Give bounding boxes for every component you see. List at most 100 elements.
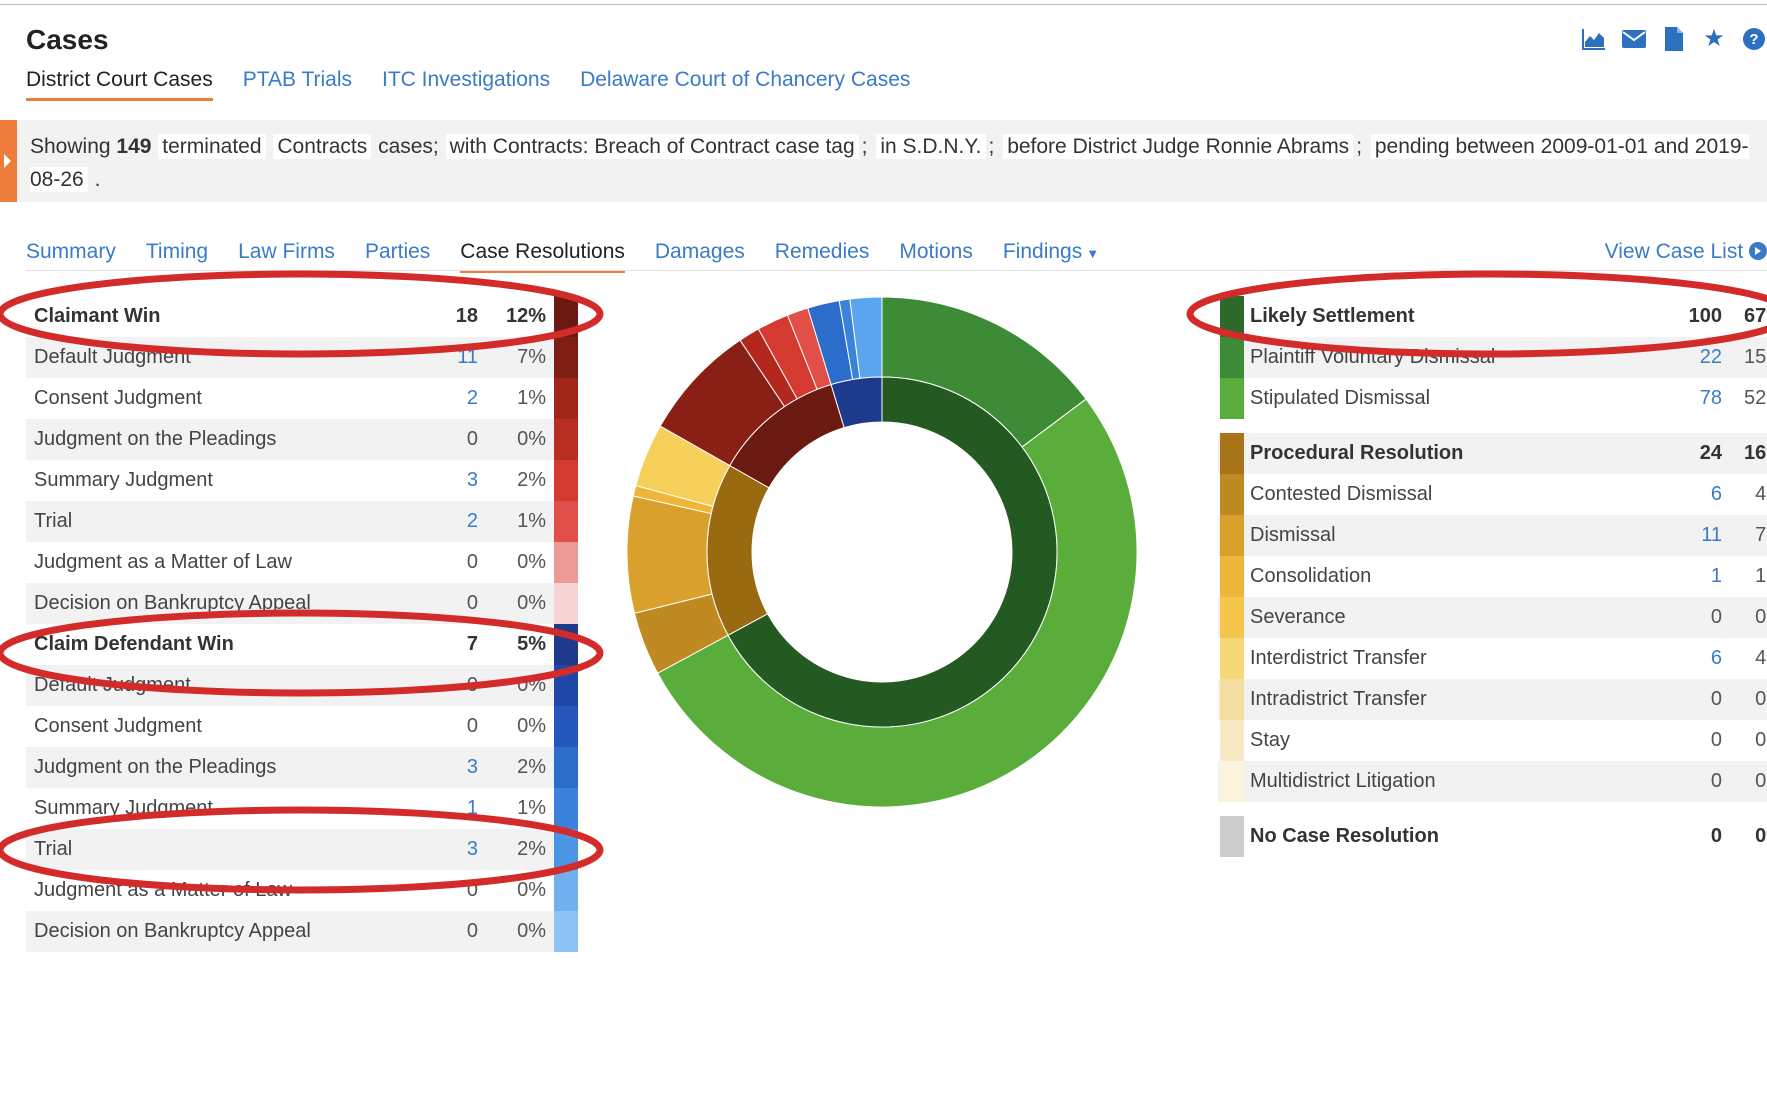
- tab-delaware-chancery-cases[interactable]: Delaware Court of Chancery Cases: [580, 68, 910, 101]
- color-swatch: [554, 501, 578, 542]
- document-icon[interactable]: [1661, 26, 1687, 52]
- row-percent: 0%: [517, 551, 546, 573]
- row-label: Consolidation: [1250, 565, 1372, 587]
- tab-findings[interactable]: Findings ▼: [1003, 240, 1099, 273]
- row-percent: 7%: [517, 346, 546, 368]
- color-swatch: [1220, 337, 1244, 378]
- filter-chip-court[interactable]: in S.D.N.Y.: [876, 134, 986, 159]
- row-count[interactable]: 78: [1672, 387, 1722, 410]
- table-row: Decision on Bankruptcy Appeal 0 0%: [26, 583, 578, 624]
- outer-slice-dismissal[interactable]: [626, 495, 713, 614]
- group-header-no-case-resolution: No Case Resolution 0 0%: [1218, 816, 1767, 857]
- row-percent: 1%: [1755, 565, 1767, 587]
- row-count[interactable]: 6: [1672, 483, 1722, 506]
- row-count[interactable]: 2: [428, 510, 478, 533]
- row-count[interactable]: 3: [428, 838, 478, 861]
- color-swatch: [554, 624, 578, 665]
- table-row: Consent Judgment 2 1%: [26, 378, 578, 419]
- tab-summary[interactable]: Summary: [26, 240, 116, 273]
- mail-icon[interactable]: [1621, 26, 1647, 52]
- tab-parties[interactable]: Parties: [365, 240, 430, 273]
- color-swatch: [554, 460, 578, 501]
- color-swatch: [554, 378, 578, 419]
- chart-icon[interactable]: [1581, 26, 1607, 52]
- row-count[interactable]: 11: [428, 346, 478, 369]
- row-label: Procedural Resolution: [1250, 442, 1464, 464]
- color-swatch: [554, 911, 578, 952]
- help-icon[interactable]: ?: [1741, 26, 1767, 52]
- tab-case-resolutions[interactable]: Case Resolutions: [460, 240, 625, 273]
- row-percent: 0%: [517, 592, 546, 614]
- filter-chip-judge[interactable]: before District Judge Ronnie Abrams: [1003, 134, 1354, 159]
- table-row: Contested Dismissal 6 4%: [1218, 474, 1767, 515]
- tab-findings-label: Findings: [1002, 240, 1083, 263]
- group-header-claim-defendant-win: Claim Defendant Win 7 5%: [26, 624, 578, 665]
- row-percent: 7%: [1755, 524, 1767, 546]
- filter-chip-case-tag[interactable]: with Contracts: Breach of Contract case …: [445, 134, 859, 159]
- table-row: Judgment as a Matter of Law 0 0%: [26, 870, 578, 911]
- row-count[interactable]: 11: [1672, 524, 1722, 547]
- case-resolution-donut-chart: [626, 296, 1138, 808]
- table-row: Default Judgment 0 0%: [26, 665, 578, 706]
- view-case-list-link[interactable]: View Case List: [1605, 240, 1767, 264]
- table-row: Stipulated Dismissal 78 52%: [1218, 378, 1767, 419]
- row-label: Interdistrict Transfer: [1250, 647, 1427, 669]
- resolution-table: Likely Settlement10067%Plaintiff Volunta…: [1218, 296, 1767, 857]
- row-percent: 1%: [517, 797, 546, 819]
- svg-text:?: ?: [1749, 31, 1758, 48]
- row-count[interactable]: 22: [1672, 346, 1722, 369]
- tab-district-court-cases[interactable]: District Court Cases: [26, 68, 213, 101]
- color-swatch: [554, 747, 578, 788]
- row-count: 0: [1710, 606, 1722, 628]
- row-count: 0: [466, 879, 478, 901]
- tab-law-firms[interactable]: Law Firms: [238, 240, 335, 273]
- color-swatch: [554, 583, 578, 624]
- row-percent: 0%: [1755, 770, 1767, 792]
- table-row: Dismissal 11 7%: [1218, 515, 1767, 556]
- star-icon[interactable]: ★: [1701, 26, 1727, 52]
- row-count: 0: [466, 920, 478, 942]
- filter-end: .: [94, 168, 101, 191]
- color-swatch: [554, 419, 578, 460]
- color-swatch: [1220, 720, 1244, 761]
- court-tabs: District Court Cases PTAB Trials ITC Inv…: [26, 68, 910, 101]
- tab-damages[interactable]: Damages: [655, 240, 745, 273]
- color-swatch: [1220, 556, 1244, 597]
- row-label: Contested Dismissal: [1250, 483, 1433, 505]
- row-count[interactable]: 1: [1672, 565, 1722, 588]
- row-count[interactable]: 6: [1672, 647, 1722, 670]
- row-label: Judgment on the Pleadings: [34, 428, 277, 450]
- row-label: Dismissal: [1250, 524, 1336, 546]
- tab-motions[interactable]: Motions: [899, 240, 973, 273]
- table-row: Summary Judgment 1 1%: [26, 788, 578, 829]
- view-case-list-label: View Case List: [1604, 240, 1744, 263]
- filter-toggle-handle[interactable]: [0, 120, 17, 202]
- filter-chip-status[interactable]: terminated: [158, 134, 266, 159]
- row-count[interactable]: 2: [428, 387, 478, 410]
- tabs-divider: [26, 270, 1767, 271]
- row-label: Decision on Bankruptcy Appeal: [34, 592, 311, 614]
- table-row: Summary Judgment 3 2%: [26, 460, 578, 501]
- row-count[interactable]: 3: [428, 756, 478, 779]
- row-percent: 0%: [517, 920, 546, 942]
- row-count: 0: [466, 715, 478, 737]
- color-swatch: [554, 542, 578, 583]
- group-header-claimant-win: Claimant Win 18 12%: [26, 296, 578, 337]
- filter-chip-case-type[interactable]: Contracts: [273, 134, 372, 159]
- color-swatch: [1220, 638, 1244, 679]
- row-label: Judgment on the Pleadings: [34, 756, 277, 778]
- row-count: 7: [466, 633, 478, 655]
- row-percent: 52%: [1743, 387, 1767, 409]
- color-swatch: [1220, 597, 1244, 638]
- tab-timing[interactable]: Timing: [146, 240, 208, 273]
- tab-itc-investigations[interactable]: ITC Investigations: [382, 68, 550, 101]
- row-label: Stipulated Dismissal: [1250, 387, 1431, 409]
- row-count[interactable]: 3: [428, 469, 478, 492]
- tab-ptab-trials[interactable]: PTAB Trials: [243, 68, 352, 101]
- table-row: Multidistrict Litigation 0 0%: [1218, 761, 1767, 802]
- tab-remedies[interactable]: Remedies: [775, 240, 870, 273]
- row-percent: 0%: [1755, 729, 1767, 751]
- row-percent: 0%: [1755, 825, 1767, 847]
- row-count[interactable]: 1: [428, 797, 478, 820]
